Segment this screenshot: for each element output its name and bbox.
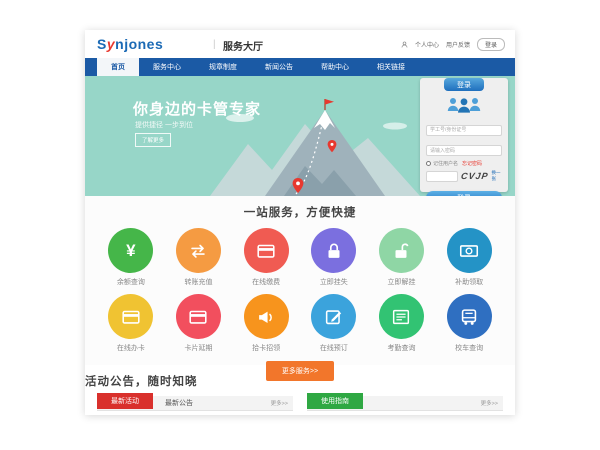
tab-latest-activities[interactable]: 最新活动 [97, 393, 153, 409]
login-submit-button[interactable]: 登录 [426, 191, 502, 196]
users-icon [445, 95, 483, 115]
service-card-extension[interactable]: 卡片延期 [165, 294, 233, 353]
login-panel: 登录 记住用户名 忘记密码 CVJP 换一张 登录 [420, 78, 508, 192]
user-center-link[interactable]: 个人中心 [415, 40, 439, 49]
service-balance[interactable]: ¥ 余额查询 [97, 228, 165, 287]
guide-more-link[interactable]: 更多>> [481, 399, 503, 407]
tab-user-guide[interactable]: 使用指南 [307, 393, 363, 409]
nav-item-home[interactable]: 首页 [97, 58, 139, 76]
password-input[interactable] [426, 145, 502, 156]
captcha-input[interactable] [426, 171, 458, 182]
forgot-password-link[interactable]: 忘记密码 [462, 160, 482, 167]
service-pay-online[interactable]: 在线缴费 [232, 228, 300, 287]
page: Synjones | 服务大厅 个人中心 用户反馈 登录 首页 服务中心 规章制… [85, 30, 515, 415]
card-icon [187, 306, 209, 328]
nav-item-rules[interactable]: 规章制度 [195, 58, 251, 76]
hero-subtitle: 提供捷径 一步到位 [135, 120, 193, 130]
more-services-button[interactable]: 更多服务>> [266, 361, 334, 381]
card-icon [255, 240, 277, 262]
hero-banner: 你身边的卡管专家 提供捷径 一步到位 了解更多 登录 记住用户名 忘记密码 CV… [85, 76, 515, 196]
remember-label: 记住用户名 [433, 160, 458, 167]
activities-panel-header: 最新活动 最新公告 更多>> [97, 396, 293, 411]
username-input[interactable] [426, 125, 502, 136]
announcement-panels: 最新活动 最新公告 更多>> 使用指南 更多>> [85, 396, 515, 411]
activities-more-link[interactable]: 更多>> [271, 399, 293, 407]
guide-panel-header: 使用指南 更多>> [307, 396, 503, 411]
header: Synjones | 服务大厅 个人中心 用户反馈 登录 [85, 30, 515, 58]
service-transfer[interactable]: 转账充值 [165, 228, 233, 287]
guide-panel: 使用指南 更多>> [307, 396, 503, 411]
service-cancel-loss[interactable]: 立即解挂 [368, 228, 436, 287]
service-apply-card[interactable]: 在线办卡 [97, 294, 165, 353]
captcha-refresh-link[interactable]: 换一张 [492, 170, 502, 182]
nav-item-news[interactable]: 新闻公告 [251, 58, 307, 76]
captcha-row: CVJP 换一张 [426, 170, 502, 182]
edit-icon [323, 306, 345, 328]
services-grid: ¥ 余额查询 转账充值 在线缴费 立即挂失 [85, 220, 515, 353]
site-title: 服务大厅 [223, 38, 263, 53]
header-right: 个人中心 用户反馈 登录 [401, 38, 505, 51]
service-subsidy[interactable]: 补助领取 [435, 228, 503, 287]
service-online-booking[interactable]: 在线预订 [300, 294, 368, 353]
service-school-bus[interactable]: 校车查询 [435, 294, 503, 353]
bus-icon [458, 306, 480, 328]
logo-divider: | [213, 39, 216, 50]
nav-item-links[interactable]: 相关链接 [363, 58, 419, 76]
logo-accent: y [107, 36, 115, 52]
remember-row: 记住用户名 忘记密码 [426, 160, 502, 167]
lock-icon [323, 240, 345, 262]
login-tab[interactable]: 登录 [444, 78, 484, 91]
unlock-icon [390, 240, 412, 262]
header-login-button[interactable]: 登录 [477, 38, 505, 51]
megaphone-icon [255, 306, 277, 328]
service-lost-found[interactable]: 拾卡招领 [232, 294, 300, 353]
feedback-link[interactable]: 用户反馈 [446, 40, 470, 49]
activities-panel: 最新活动 最新公告 更多>> [97, 396, 293, 411]
yen-icon: ¥ [126, 242, 135, 259]
service-attendance[interactable]: 考勤查询 [368, 294, 436, 353]
nav-item-service-center[interactable]: 服务中心 [139, 58, 195, 76]
main-nav: 首页 服务中心 规章制度 新闻公告 帮助中心 相关链接 [85, 58, 515, 76]
captcha-image: CVJP [460, 171, 489, 181]
services-title: 一站服务，方便快捷 [85, 196, 515, 220]
service-report-loss[interactable]: 立即挂失 [300, 228, 368, 287]
banknote-icon [458, 240, 480, 262]
logo[interactable]: Synjones [97, 36, 163, 52]
nav-item-help[interactable]: 帮助中心 [307, 58, 363, 76]
tab-latest-announcements[interactable]: 最新公告 [165, 398, 193, 408]
remember-checkbox[interactable] [426, 161, 431, 166]
services-section: 一站服务，方便快捷 ¥ 余额查询 转账充值 在线缴费 [85, 196, 515, 365]
hero-title: 你身边的卡管专家 [133, 98, 261, 119]
card-icon [120, 306, 142, 328]
person-icon [401, 41, 408, 48]
transfer-icon [187, 240, 209, 262]
list-icon [390, 306, 412, 328]
hero-cta-button[interactable]: 了解更多 [135, 133, 171, 147]
